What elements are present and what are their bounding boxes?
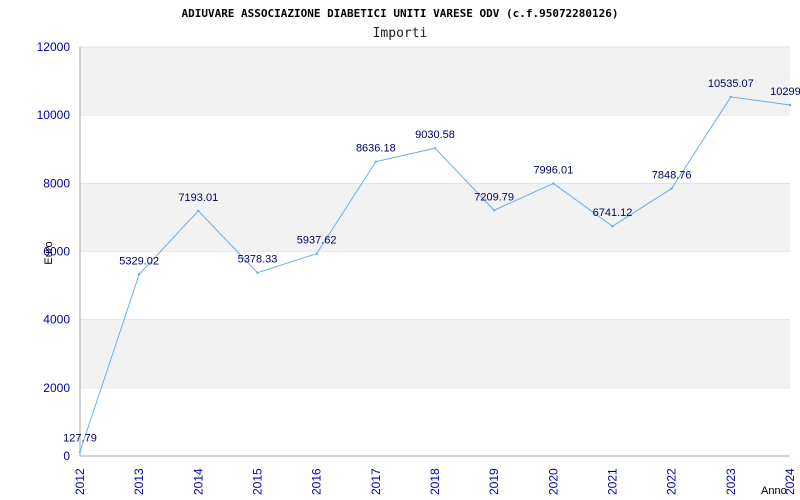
y-tick-label: 8000 <box>43 176 70 190</box>
x-tick-labels: 2012 2013 2014 2015 2016 2017 2018 2019 2020 2021… <box>73 468 797 495</box>
data-label: 10299.9 <box>770 86 800 98</box>
series-line <box>78 95 792 453</box>
data-point <box>197 209 200 213</box>
data-label: 7996.01 <box>533 164 573 176</box>
y-tick-label: 4000 <box>43 313 70 327</box>
x-tick-label: 2015 <box>251 468 265 495</box>
data-point <box>433 147 437 150</box>
chart-page: 0 2000 4000 6000 8000 10000 12000 2012 2013 2014… <box>0 0 800 500</box>
series-polyline <box>79 96 791 452</box>
data-point <box>315 252 318 255</box>
chart-title: ADIUVARE ASSOCIAZIONE DIABETICI UNITI VA… <box>181 7 618 20</box>
data-point <box>552 182 555 185</box>
data-label: 127.79 <box>63 433 97 445</box>
data-point <box>78 450 82 453</box>
y-tick-label: 2000 <box>43 381 70 395</box>
x-tick-label: 2012 <box>73 468 87 495</box>
x-tick-label: 2013 <box>132 468 146 495</box>
x-tick-label: 2019 <box>487 468 501 495</box>
data-point <box>670 187 673 190</box>
data-point <box>729 95 733 99</box>
data-labels: 127.79 5329.02 7193.01 5378.33 5937.62 8636.1… <box>63 78 800 445</box>
y-tick-label: 12000 <box>37 40 71 54</box>
data-label: 7209.79 <box>474 191 514 203</box>
x-tick-label: 2021 <box>606 468 620 495</box>
line-chart: 020004000600080001000012000 2012 2013 2014… <box>37 7 800 497</box>
x-tick-label: 2014 <box>191 468 205 495</box>
data-label: 6741.12 <box>593 207 633 219</box>
data-point <box>256 271 259 274</box>
x-tick-label: 2018 <box>428 468 442 495</box>
data-point <box>611 225 614 228</box>
data-label: 9030.58 <box>415 129 455 141</box>
y-axis-label: Euro <box>43 241 55 264</box>
x-tick-label: 2016 <box>310 468 324 495</box>
data-label: 5937.62 <box>297 235 337 247</box>
data-label: 5329.02 <box>119 255 159 267</box>
data-label: 7193.01 <box>178 192 218 204</box>
y-tick-label: 0 <box>63 449 70 463</box>
data-point <box>788 103 792 107</box>
grid-band <box>80 319 790 388</box>
data-point <box>374 160 378 163</box>
y-tick-label: 10000 <box>37 108 71 122</box>
x-tick-label: 2023 <box>724 468 738 495</box>
x-tick-label: 2022 <box>665 468 679 495</box>
chart-subtitle: Importi <box>373 26 428 41</box>
data-label: 7848.76 <box>652 169 692 181</box>
data-point <box>492 209 496 212</box>
x-axis-label: Anno <box>761 485 787 497</box>
data-label: 10535.07 <box>708 78 754 90</box>
grid-band <box>80 47 790 116</box>
data-point <box>137 273 141 276</box>
x-tick-label: 2020 <box>546 468 560 495</box>
x-tick-label: 2017 <box>369 468 383 495</box>
data-label: 8636.18 <box>356 143 396 155</box>
grid-bands <box>80 46 790 389</box>
data-label: 5378.33 <box>238 254 278 266</box>
